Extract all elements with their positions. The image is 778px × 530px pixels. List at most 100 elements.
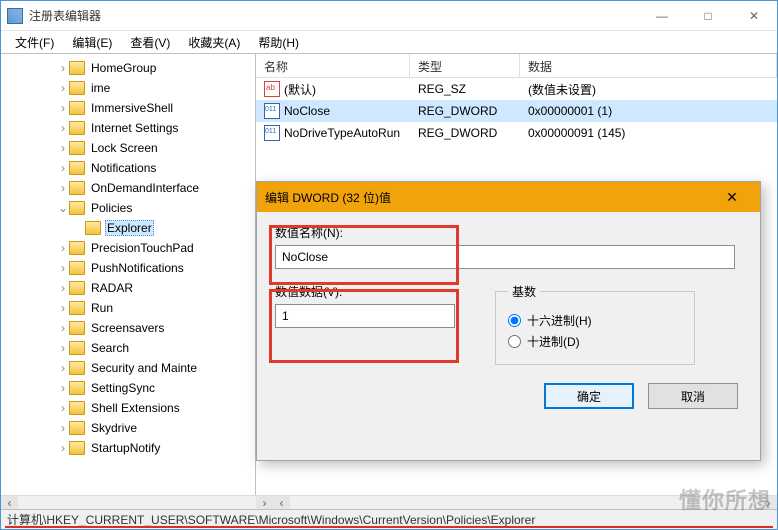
folder-icon — [69, 121, 85, 135]
dialog-close-icon[interactable]: ✕ — [712, 189, 752, 206]
edit-dword-dialog: 编辑 DWORD (32 位)值 ✕ 数值名称(N): 数值数据(V): 基数 … — [256, 181, 761, 461]
table-row[interactable]: (默认)REG_SZ(数值未设置) — [256, 78, 777, 100]
expand-icon[interactable]: ⌄ — [57, 201, 69, 215]
radix-dec-radio[interactable] — [508, 335, 521, 348]
col-header-name[interactable]: 名称 — [256, 54, 410, 77]
folder-icon — [69, 81, 85, 95]
tree-item[interactable]: › Screensavers — [1, 318, 255, 338]
tree-item[interactable]: ›Lock Screen — [1, 138, 255, 158]
scroll-left-icon[interactable]: ‹ — [1, 496, 18, 509]
scroll-right-icon[interactable]: › — [256, 496, 273, 509]
tree-item-label: Screensavers — [89, 320, 166, 336]
expand-icon[interactable]: › — [57, 281, 69, 295]
radix-legend: 基数 — [508, 283, 540, 300]
tree-item[interactable]: › StartupNotify — [1, 438, 255, 458]
tree-item[interactable]: › Security and Mainte — [1, 358, 255, 378]
dialog-titlebar[interactable]: 编辑 DWORD (32 位)值 ✕ — [257, 182, 760, 212]
col-header-data[interactable]: 数据 — [520, 54, 777, 77]
expand-icon[interactable]: › — [57, 321, 69, 335]
expand-icon[interactable]: › — [57, 61, 69, 75]
folder-icon — [69, 281, 85, 295]
scroll-left-icon[interactable]: ‹ — [273, 496, 290, 509]
folder-icon — [69, 301, 85, 315]
window-title: 注册表编辑器 — [29, 7, 639, 24]
value-type: REG_DWORD — [410, 102, 520, 120]
folder-icon — [69, 161, 85, 175]
expand-icon[interactable]: › — [57, 401, 69, 415]
expand-icon[interactable]: › — [57, 101, 69, 115]
horizontal-scroll[interactable]: ‹ › ‹ › — [1, 495, 777, 509]
menu-file[interactable]: 文件(F) — [7, 32, 62, 53]
ok-button[interactable]: 确定 — [544, 383, 634, 409]
tree-item[interactable]: ›Internet Settings — [1, 118, 255, 138]
menu-edit[interactable]: 编辑(E) — [64, 32, 120, 53]
tree-item-label: OnDemandInterface — [89, 180, 201, 196]
expand-icon[interactable]: › — [57, 381, 69, 395]
expand-icon[interactable]: › — [57, 261, 69, 275]
radix-hex-radio[interactable] — [508, 314, 521, 327]
tree-item[interactable]: ›ime — [1, 78, 255, 98]
expand-icon[interactable]: › — [57, 361, 69, 375]
folder-icon — [69, 341, 85, 355]
value-name-input[interactable] — [275, 245, 735, 269]
menu-help[interactable]: 帮助(H) — [250, 32, 307, 53]
tree-item[interactable]: › PushNotifications — [1, 258, 255, 278]
statusbar: 计算机\HKEY_CURRENT_USER\SOFTWARE\Microsoft… — [1, 509, 777, 529]
reg-binary-icon — [264, 125, 280, 141]
radix-hex-label: 十六进制(H) — [527, 312, 592, 329]
tree-item[interactable]: ›PrecisionTouchPad — [1, 238, 255, 258]
folder-icon — [69, 381, 85, 395]
tree-item-label: SettingSync — [89, 380, 157, 396]
tree-item[interactable]: ›Run — [1, 298, 255, 318]
tree-item-label: HomeGroup — [89, 60, 158, 76]
expand-icon[interactable]: › — [57, 161, 69, 175]
tree-item[interactable]: ›Shell Extensions — [1, 398, 255, 418]
tree-item-label: PushNotifications — [89, 260, 186, 276]
dialog-title: 编辑 DWORD (32 位)值 — [265, 189, 712, 206]
expand-icon[interactable]: › — [57, 121, 69, 135]
folder-icon — [69, 261, 85, 275]
folder-icon — [69, 141, 85, 155]
expand-icon[interactable]: › — [57, 81, 69, 95]
maximize-button[interactable]: □ — [685, 1, 731, 31]
tree-item[interactable]: › OnDemandInterface — [1, 178, 255, 198]
value-data-input[interactable] — [275, 304, 455, 328]
tree-item-label: Notifications — [89, 160, 158, 176]
scroll-right-icon[interactable]: › — [760, 496, 777, 509]
tree-item-label: RADAR — [89, 280, 135, 296]
close-button[interactable]: ✕ — [731, 1, 777, 31]
titlebar: 注册表编辑器 — □ ✕ — [1, 1, 777, 31]
table-row[interactable]: NoDriveTypeAutoRunREG_DWORD0x00000091 (1… — [256, 122, 777, 144]
tree-item[interactable]: › Notifications — [1, 158, 255, 178]
tree-item[interactable]: › Skydrive — [1, 418, 255, 438]
cancel-button[interactable]: 取消 — [648, 383, 738, 409]
tree-item[interactable]: › SettingSync — [1, 378, 255, 398]
value-name: (默认) — [284, 81, 316, 98]
tree-item-label: Skydrive — [89, 420, 139, 436]
expand-icon[interactable]: › — [57, 181, 69, 195]
tree-item-label: Security and Mainte — [89, 360, 199, 376]
expand-icon[interactable]: › — [57, 141, 69, 155]
value-data: 0x00000091 (145) — [520, 124, 777, 142]
expand-icon[interactable]: › — [57, 301, 69, 315]
tree-pane[interactable]: › HomeGroup ›ime›ImmersiveShell›Internet S… — [1, 54, 256, 495]
expand-icon[interactable]: › — [57, 241, 69, 255]
expand-icon[interactable]: › — [57, 441, 69, 455]
value-data: 0x00000001 (1) — [520, 102, 777, 120]
tree-item[interactable]: ›ImmersiveShell — [1, 98, 255, 118]
expand-icon[interactable]: › — [57, 341, 69, 355]
menu-favorites[interactable]: 收藏夹(A) — [180, 32, 248, 53]
table-row[interactable]: NoCloseREG_DWORD0x00000001 (1) — [256, 100, 777, 122]
tree-item[interactable]: › RADAR — [1, 278, 255, 298]
minimize-button[interactable]: — — [639, 1, 685, 31]
menu-view[interactable]: 查看(V) — [122, 32, 178, 53]
col-header-type[interactable]: 类型 — [410, 54, 520, 77]
expand-icon[interactable]: › — [57, 421, 69, 435]
tree-item[interactable]: ›Search — [1, 338, 255, 358]
tree-item[interactable]: › HomeGroup — [1, 58, 255, 78]
tree-item[interactable]: ⌄Policies — [1, 198, 255, 218]
tree-item-label: StartupNotify — [89, 440, 162, 456]
value-data: (数值未设置) — [520, 79, 777, 100]
tree-item[interactable]: Explorer — [1, 218, 255, 238]
highlight-underline — [5, 526, 773, 528]
